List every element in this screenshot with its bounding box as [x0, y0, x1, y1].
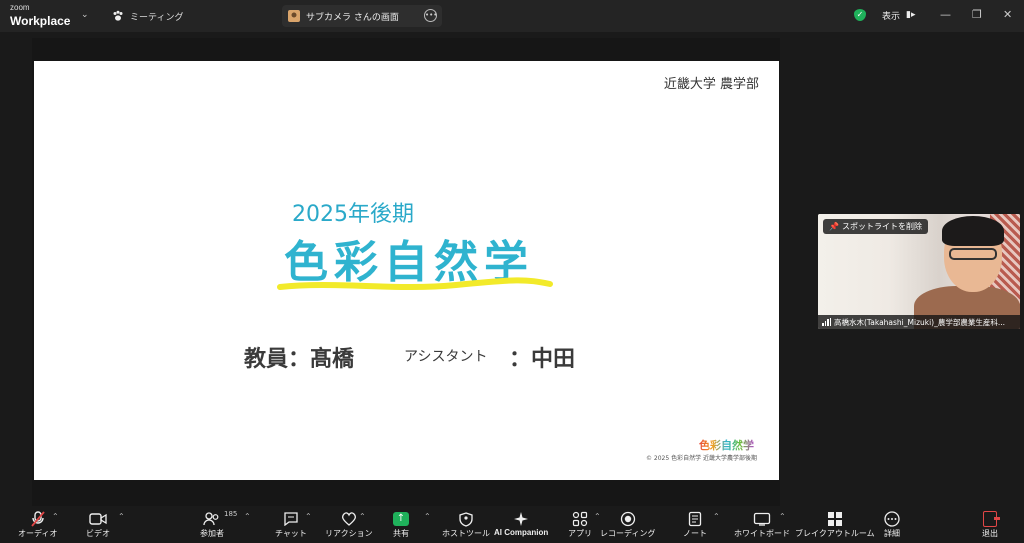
video-button[interactable]: ビデオ — [86, 510, 110, 539]
participants-icon — [203, 510, 221, 528]
tab-meeting[interactable]: ミーティング — [112, 7, 183, 25]
chat-options-chevron[interactable]: ⌃ — [305, 512, 312, 521]
slide-copyright: © 2025 色彩自然学 近畿大学農学部後期 — [646, 455, 757, 462]
participant-video-tile[interactable]: 📌 スポットライトを削除 高橋水木(Takahashi_Mizuki)_農学部農… — [818, 214, 1020, 329]
notes-options-chevron[interactable]: ⌃ — [713, 512, 720, 521]
chat-icon — [283, 510, 299, 528]
avatar-icon — [288, 10, 300, 22]
view-toggle-icon: ▮▸ — [906, 10, 916, 20]
whiteboard-options-chevron[interactable]: ⌃ — [779, 512, 786, 521]
slide-assistant-name: ：中田 — [509, 347, 576, 372]
shield-icon — [459, 510, 473, 528]
zoom-workplace-logo[interactable]: zoom Workplace — [10, 4, 70, 28]
audio-options-chevron[interactable]: ⌃ — [52, 512, 59, 521]
participants-options-chevron[interactable]: ⌃ — [244, 512, 251, 521]
slide-university: 近畿大学 農学部 — [663, 77, 759, 92]
tab-screen-share[interactable]: サブカメラ さんの画面 ••• — [282, 5, 442, 27]
record-icon — [620, 510, 636, 528]
remove-spotlight-button[interactable]: 📌 スポットライトを削除 — [823, 219, 928, 234]
title-bar: zoom Workplace ⌄ ミーティング サブカメラ さんの画面 ••• … — [0, 0, 1024, 32]
more-options-icon[interactable]: ••• — [424, 9, 437, 22]
restore-icon[interactable]: ❐ — [972, 8, 982, 21]
apps-icon — [572, 510, 588, 528]
recording-button[interactable]: レコーディング — [600, 510, 655, 539]
share-button[interactable]: ↑ 共有 — [393, 510, 409, 539]
share-screen-icon: ↑ — [393, 510, 409, 528]
slide-brand-logo: 色彩自然学 — [699, 439, 754, 452]
chevron-down-icon[interactable]: ⌄ — [81, 10, 89, 20]
paw-icon — [113, 10, 123, 21]
title-underline — [277, 277, 553, 290]
breakout-rooms-button[interactable]: ブレイクアウトルーム — [795, 510, 875, 539]
shield-check-icon: ✓ — [854, 9, 866, 21]
minimize-icon[interactable]: — — [940, 8, 951, 21]
video-options-chevron[interactable]: ⌃ — [118, 512, 125, 521]
reactions-options-chevron[interactable]: ⌃ — [359, 512, 366, 521]
sparkle-icon — [513, 510, 529, 528]
notes-icon — [688, 510, 702, 528]
grid-icon — [827, 510, 843, 528]
participants-button[interactable]: 参加者 — [200, 510, 224, 539]
signal-strength-icon — [822, 318, 831, 326]
slide-term: 2025年後期 — [292, 202, 414, 227]
view-label: 表示 — [882, 11, 901, 22]
participant-name: 高橋水木(Takahashi_Mizuki)_農学部農業生産科... — [834, 317, 1006, 327]
presentation-slide: 近畿大学 農学部 2025年後期 色彩自然学 教員：髙橋 アシスタント ：中田 … — [34, 61, 779, 480]
leave-button[interactable]: 退出 — [982, 510, 1000, 539]
more-button[interactable]: 詳細 — [884, 510, 900, 539]
tab-meeting-label: ミーティング — [130, 12, 184, 23]
participants-count: 185 — [224, 510, 238, 518]
apps-button[interactable]: アプリ — [568, 510, 592, 539]
whiteboard-icon — [753, 510, 771, 528]
share-options-chevron[interactable]: ⌃ — [424, 512, 431, 521]
host-tools-button[interactable]: ホストツール — [442, 510, 490, 539]
pin-icon: 📌 — [829, 222, 839, 231]
notes-button[interactable]: ノート — [683, 510, 707, 539]
slide-assistant-label: アシスタント — [404, 349, 488, 365]
mic-muted-icon — [31, 510, 45, 528]
close-icon[interactable]: ✕ — [1003, 8, 1012, 21]
participant-name-bar: 高橋水木(Takahashi_Mizuki)_農学部農業生産科... — [818, 315, 1020, 329]
camera-icon — [89, 510, 107, 528]
slide-teacher: 教員：髙橋 — [244, 347, 355, 372]
view-button[interactable]: ✓ 表示 ▮▸ — [854, 5, 916, 25]
meeting-toolbar: オーディオ ⌃ ビデオ ⌃ 参加者 185 ⌃ チャット ⌃ リアクション ⌃ … — [0, 506, 1024, 543]
leave-icon — [983, 510, 1000, 528]
ai-companion-button[interactable]: AI Companion — [494, 510, 548, 537]
more-icon — [884, 510, 900, 528]
chat-button[interactable]: チャット — [275, 510, 307, 539]
heart-icon — [341, 510, 357, 528]
tab-screen-share-label: サブカメラ さんの画面 — [306, 12, 399, 23]
